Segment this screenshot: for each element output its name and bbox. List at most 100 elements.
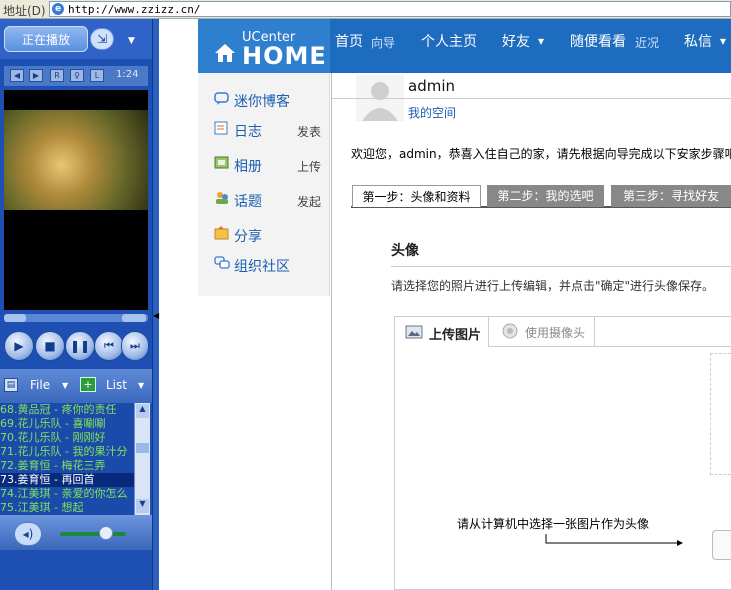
seek-right-handle[interactable]	[122, 314, 146, 322]
playlist-item[interactable]: 70.花儿乐队 - 刚刚好	[0, 431, 134, 445]
now-playing-tab[interactable]: 正在播放	[4, 26, 88, 52]
nav-guide[interactable]: 向导	[371, 34, 395, 51]
logo-bottom-text: HOME	[242, 42, 327, 70]
upload-hint: 请从计算机中选择一张图片作为头像	[457, 517, 650, 531]
upload-panel	[394, 316, 731, 590]
menu-share[interactable]: 分享	[234, 226, 262, 246]
lyric-line: 不管明天要面对多少伤痛和	[4, 214, 148, 228]
playlist-item[interactable]: 72.姜育恒 - 梅花三弄	[0, 459, 134, 473]
lyric-line-current: 才知道平平淡淡从从容容是	[4, 254, 148, 268]
chevron-down-icon[interactable]: ▼	[138, 381, 144, 390]
volume-slider[interactable]	[60, 532, 126, 536]
playlist-item-selected[interactable]: 73.姜育恒 - 再回首	[0, 473, 134, 487]
menu-blog[interactable]: 日志	[234, 121, 262, 141]
next-icon[interactable]: ▶	[29, 69, 43, 82]
add-icon: +	[80, 377, 96, 392]
chevron-down-icon[interactable]: ▼	[128, 36, 135, 46]
playlist: 68.黄品冠 - 疼你的责任 69.花儿乐队 - 喜唰唰 70.花儿乐队 - 刚…	[0, 403, 134, 515]
nav-messages[interactable]: 私信	[684, 31, 712, 51]
tab-separator	[594, 317, 595, 346]
arrow-icon	[545, 534, 683, 546]
divider	[332, 98, 731, 99]
playlist-toolbar	[0, 369, 152, 403]
file-menu-button[interactable]: File	[30, 378, 50, 392]
blog-icon	[214, 121, 228, 135]
splitter[interactable]: ◀	[152, 19, 159, 590]
section-divider	[391, 266, 731, 267]
lyric-line: 曾经在幽幽暗暗反反复复中	[4, 234, 148, 248]
nav-friends[interactable]: 好友	[502, 31, 530, 51]
address-bar: 地址(D) e http://www.zzizz.cn/	[0, 0, 731, 19]
topic-icon	[216, 192, 228, 204]
chevron-down-icon[interactable]: ▾	[538, 34, 544, 48]
tab-camera[interactable]: 使用摄像头	[525, 324, 585, 341]
chevron-down-icon[interactable]: ▾	[720, 34, 726, 48]
ie-icon: e	[52, 3, 64, 15]
camera-icon	[502, 323, 518, 339]
seek-left-handle[interactable]	[4, 314, 26, 322]
scroll-down-icon[interactable]: ▼	[136, 499, 149, 513]
lyrics-icon[interactable]: L	[90, 69, 104, 82]
repeat-icon[interactable]: R	[50, 69, 64, 82]
nav-explore[interactable]: 随便看看	[570, 31, 626, 51]
album-icon	[214, 156, 229, 169]
menu-album-upload[interactable]: 上传	[297, 158, 321, 175]
file-icon: ▤	[4, 378, 18, 392]
tab-step-1[interactable]: 第一步：头像和资料	[352, 185, 481, 207]
section-description: 请选择您的照片进行上传编辑，并点击"确定"进行头像保存。	[391, 279, 715, 293]
playlist-item[interactable]: 69.花儿乐队 - 喜唰唰	[0, 417, 134, 431]
chevron-down-icon[interactable]: ▼	[62, 381, 68, 390]
shuffle-icon[interactable]: ♀	[70, 69, 84, 82]
seek-bar[interactable]	[4, 314, 148, 322]
playlist-scrollbar[interactable]: ▲ ▼	[134, 403, 150, 515]
player-menu-button[interactable]: ⇲	[90, 28, 114, 50]
visualizer-art	[4, 110, 148, 210]
visualizer-bar	[4, 90, 148, 110]
tab-upload-label: 上传图片	[429, 328, 482, 343]
lyrics-panel: 不管明天要面对多少伤痛和 曾经在幽幽暗暗反反复复中 才知道平平淡淡从从容容是 再…	[4, 210, 148, 310]
tab-step-2[interactable]: 第二步：我的选吧	[487, 185, 604, 207]
my-space-link[interactable]: 我的空间	[408, 104, 456, 121]
menu-topic-create[interactable]: 发起	[297, 193, 321, 210]
playlist-item[interactable]: 71.花儿乐队 - 我的果汁分	[0, 445, 134, 459]
address-url: http://www.zzizz.cn/	[68, 3, 201, 16]
menu-topic[interactable]: 话题	[234, 191, 262, 211]
collapse-icon[interactable]: ◀	[153, 311, 159, 320]
share-icon	[214, 226, 229, 240]
tab-step-3[interactable]: 第三步：寻找好友	[611, 185, 731, 207]
scroll-up-icon[interactable]: ▲	[136, 404, 149, 418]
image-icon	[405, 325, 423, 339]
speaker-icon[interactable]: ◂)	[14, 522, 42, 546]
playlist-item[interactable]: 68.黄品冠 - 疼你的责任	[0, 403, 134, 417]
menu-album[interactable]: 相册	[234, 156, 262, 176]
menu-blog-post[interactable]: 发表	[297, 123, 321, 140]
nav-profile[interactable]: 个人主页	[421, 31, 477, 51]
nav-recent[interactable]: 近况	[635, 34, 659, 51]
address-input[interactable]: e http://www.zzizz.cn/	[49, 1, 731, 17]
previous-track-button[interactable]: ⏮	[94, 331, 124, 361]
welcome-text: 欢迎您，admin，恭喜入住自己的家，请先根据向导完成以下安家步骤吧	[351, 147, 731, 161]
player-footer	[0, 550, 152, 590]
tab-upload-image[interactable]: 上传图片	[395, 317, 489, 347]
menu-community[interactable]: 组织社区	[234, 256, 290, 276]
next-track-button[interactable]: ⏭	[121, 331, 149, 361]
address-label: 地址(D)	[3, 4, 46, 18]
microblog-icon	[214, 92, 229, 105]
lyric-line: 再回首 恍然如梦	[42, 274, 130, 288]
nav-home[interactable]: 首页	[335, 31, 363, 51]
menu-microblog[interactable]: 迷你博客	[234, 91, 290, 111]
stop-button[interactable]: ■	[35, 331, 65, 361]
playlist-item[interactable]: 74.江美琪 - 亲爱的你怎么	[0, 487, 134, 501]
pause-button[interactable]: ❚❚	[65, 331, 95, 361]
image-preview-area	[710, 353, 731, 475]
play-button[interactable]: ▶	[4, 331, 34, 361]
list-menu-button[interactable]: List	[106, 378, 127, 392]
prev-icon[interactable]: ◀	[10, 69, 24, 82]
play-time: 1:24	[116, 69, 139, 80]
home-icon	[215, 44, 235, 62]
community-icon	[214, 256, 230, 269]
section-title: 头像	[391, 243, 419, 259]
scroll-thumb[interactable]	[136, 443, 149, 453]
select-file-button[interactable]	[712, 530, 731, 560]
playlist-item[interactable]: 75.江美琪 - 想起	[0, 501, 134, 515]
